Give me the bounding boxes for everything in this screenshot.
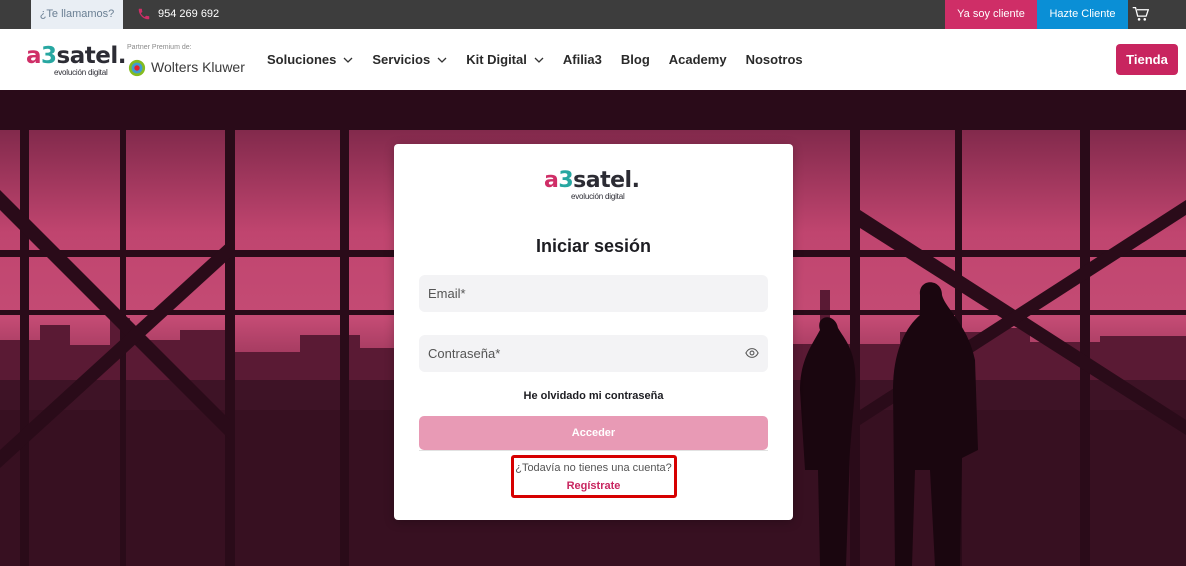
callme-link[interactable]: ¿Te llamamos? [31, 0, 123, 29]
existing-client-button[interactable]: Ya soy cliente [945, 0, 1037, 29]
logo-wordmark: a3satel. [544, 168, 640, 193]
register-link[interactable]: Regístrate [394, 480, 793, 492]
wolters-kluwer-logo-icon [128, 59, 146, 77]
top-bar: ¿Te llamamos? 954 269 692 Ya soy cliente… [0, 0, 1186, 29]
chevron-down-icon [534, 57, 544, 63]
submit-login-button[interactable]: Acceder [419, 416, 768, 450]
login-card: a3satel. evolución digital Iniciar sesió… [394, 144, 793, 520]
phone-number[interactable]: 954 269 692 [158, 0, 219, 29]
card-logo: a3satel. evolución digital [544, 168, 640, 202]
main-header: a3satel. evolución digital Partner Premi… [0, 29, 1186, 90]
logo-tagline: evolución digital [571, 192, 625, 201]
logo-tagline: evolución digital [54, 68, 108, 77]
password-field[interactable] [419, 335, 768, 372]
nav-academy[interactable]: Academy [669, 52, 727, 67]
chevron-down-icon [343, 57, 353, 63]
cart-icon[interactable] [1132, 6, 1149, 22]
nav-nosotros[interactable]: Nosotros [746, 52, 803, 67]
partner-label: Partner Premium de: [127, 44, 192, 51]
nav-afilia3[interactable]: Afilia3 [563, 52, 602, 67]
shop-button[interactable]: Tienda [1116, 44, 1178, 75]
partner-name: Wolters Kluwer [151, 59, 245, 75]
chevron-down-icon [437, 57, 447, 63]
logo-wordmark: a3satel. [26, 43, 126, 69]
nav-blog[interactable]: Blog [621, 52, 650, 67]
login-title: Iniciar sesión [535, 236, 652, 256]
divider [419, 450, 768, 451]
nav-kit-digital[interactable]: Kit Digital [466, 52, 544, 67]
site-logo[interactable]: a3satel. evolución digital [26, 43, 126, 77]
email-field[interactable] [419, 275, 768, 312]
no-account-text: ¿Todavía no tienes una cuenta? [515, 462, 672, 474]
main-nav: Soluciones Servicios Kit Digital Afilia3… [267, 29, 822, 90]
phone-icon [138, 8, 150, 20]
nav-soluciones[interactable]: Soluciones [267, 52, 353, 67]
forgot-password-link[interactable]: He olvidado mi contraseña [394, 390, 793, 402]
become-client-button[interactable]: Hazte Cliente [1037, 0, 1128, 29]
eye-icon[interactable] [745, 347, 759, 359]
nav-servicios[interactable]: Servicios [372, 52, 447, 67]
